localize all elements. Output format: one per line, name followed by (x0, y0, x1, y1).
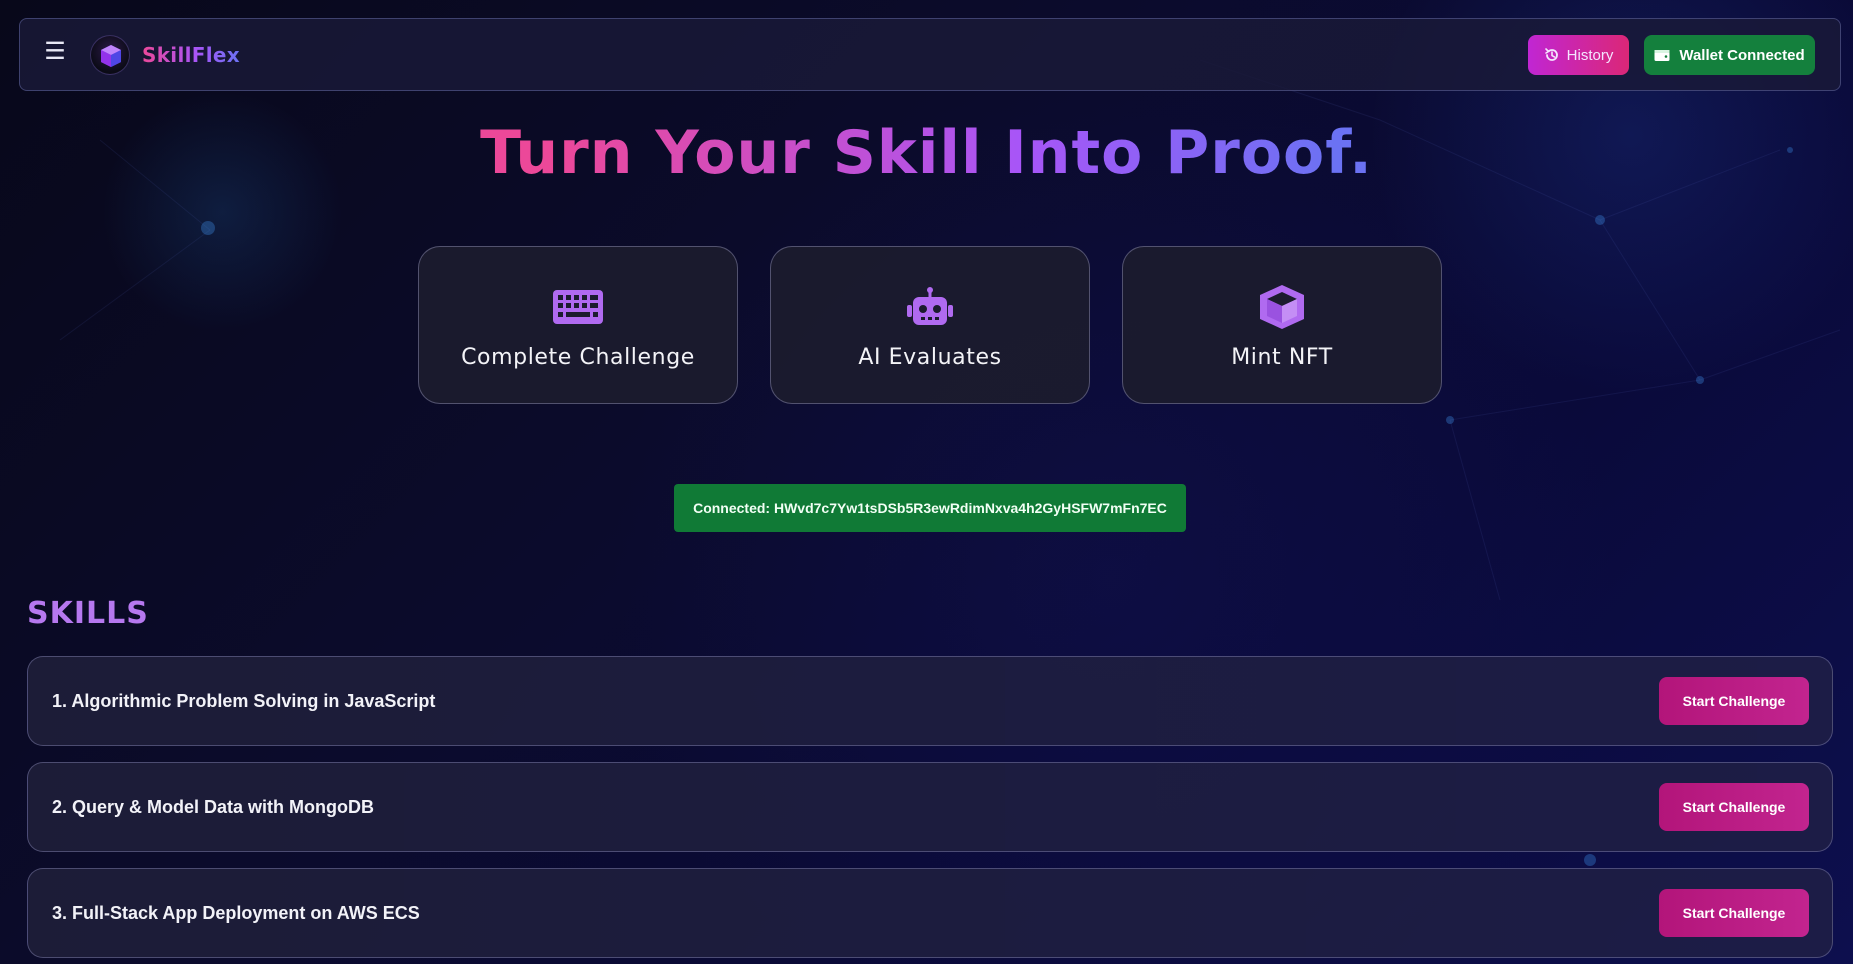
history-icon (1544, 48, 1558, 61)
start-challenge-button[interactable]: Start Challenge (1659, 889, 1809, 937)
wallet-label: Wallet Connected (1679, 46, 1805, 64)
start-challenge-button[interactable]: Start Challenge (1659, 677, 1809, 725)
hamburger-icon[interactable]: ☰ (44, 40, 66, 64)
start-challenge-button[interactable]: Start Challenge (1659, 783, 1809, 831)
robot-icon (904, 285, 956, 329)
cube-logo-icon (101, 45, 121, 67)
brand-name[interactable]: SkillFlex (142, 43, 240, 67)
wallet-icon (1654, 50, 1670, 61)
cube-icon (1256, 285, 1308, 329)
hero-word: Your (655, 118, 811, 188)
skill-title: 3. Full-Stack App Deployment on AWS ECS (52, 902, 420, 923)
hero-title: Turn Your Skill Into Proof. (0, 118, 1853, 188)
wallet-connected-button[interactable]: Wallet Connected (1644, 35, 1815, 75)
top-navbar: ☰ SkillFlex History Wallet Connected (19, 18, 1841, 91)
connected-wallet-banner: Connected: HWvd7c7Yw1tsDSb5R3ewRdimNxva4… (674, 484, 1186, 532)
history-button[interactable]: History (1528, 35, 1629, 75)
step-card-mint-nft: Mint NFT (1122, 246, 1442, 404)
brand-logo[interactable] (90, 35, 130, 75)
hero-word: Turn (480, 118, 634, 188)
keyboard-icon (552, 285, 604, 329)
skills-heading: SKILLS (27, 596, 149, 631)
hero-word: Skill (832, 118, 983, 188)
skill-title: 2. Query & Model Data with MongoDB (52, 796, 375, 817)
history-label: History (1566, 46, 1614, 64)
hero-word: Proof. (1165, 118, 1373, 188)
step-label: Mint NFT (1231, 345, 1333, 370)
step-label: AI Evaluates (858, 345, 1002, 370)
skill-row: 3. Full-Stack App Deployment on AWS ECS … (27, 868, 1833, 958)
step-card-complete-challenge: Complete Challenge (418, 246, 738, 404)
step-label: Complete Challenge (461, 345, 695, 370)
skill-title: 1. Algorithmic Problem Solving in JavaSc… (52, 690, 436, 711)
hero-word: Into (1004, 118, 1144, 188)
skill-row: 1. Algorithmic Problem Solving in JavaSc… (27, 656, 1833, 746)
skill-row: 2. Query & Model Data with MongoDB Start… (27, 762, 1833, 852)
step-card-ai-evaluates: AI Evaluates (770, 246, 1090, 404)
